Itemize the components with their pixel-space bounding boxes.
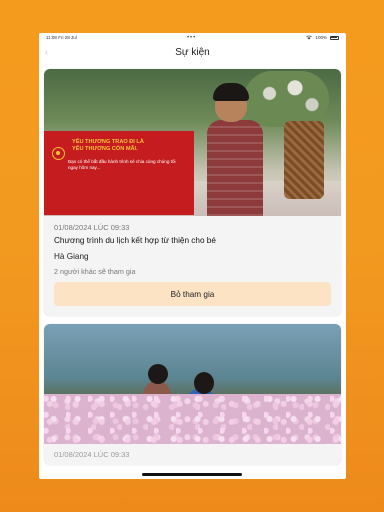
event-list[interactable]: YÊU THƯƠNG TRAO ĐI LÀ YÊU THƯƠNG CÒN MÃI…: [39, 63, 346, 479]
child-figure: [207, 83, 273, 216]
event-date: 01/08/2024 LÚC 09:33: [54, 223, 130, 232]
home-indicator[interactable]: [142, 473, 242, 476]
event-image: YÊU THƯƠNG TRAO ĐI LÀ YÊU THƯƠNG CÒN MÃI…: [44, 69, 341, 216]
event-location: Hà Giang: [54, 252, 89, 261]
page-title: Sự kiện: [175, 47, 210, 58]
battery-percent: 100%: [315, 35, 327, 40]
status-time: 11:08: [46, 35, 57, 40]
event-image: [44, 324, 341, 444]
banner-headline-2: YÊU THƯƠNG CÒN MÃI.: [72, 146, 138, 152]
status-left: 11:08 Fri 28 Jul: [46, 35, 77, 40]
charity-banner: YÊU THƯƠNG TRAO ĐI LÀ YÊU THƯƠNG CÒN MÃI…: [44, 131, 194, 215]
event-title: Chương trình du lịch kết hợp từ thiện ch…: [54, 236, 216, 245]
event-card[interactable]: 01/08/2024 LÚC 09:33: [44, 324, 341, 465]
sun-logo-icon: [52, 147, 65, 160]
battery-icon: [329, 35, 339, 40]
wifi-icon: [306, 35, 313, 41]
banner-text: Bạn có thể bắt đầu hành trình sẻ chia cù…: [68, 159, 176, 171]
status-bar: 11:08 Fri 28 Jul ••• 100%: [39, 33, 346, 42]
flower-field-graphic: [44, 394, 341, 444]
leave-event-button[interactable]: Bỏ tham gia: [54, 282, 331, 306]
banner-headline-1: YÊU THƯƠNG TRAO ĐI LÀ: [72, 139, 144, 145]
status-date: Fri 28 Jul: [58, 35, 77, 40]
basket-graphic: [284, 121, 324, 199]
event-card[interactable]: YÊU THƯƠNG TRAO ĐI LÀ YÊU THƯƠNG CÒN MÃI…: [44, 69, 341, 316]
multitask-dots[interactable]: •••: [187, 35, 196, 41]
app-window: 11:08 Fri 28 Jul ••• 100% ‹ Sự kiện YÊU …: [39, 33, 346, 479]
navigation-bar: ‹ Sự kiện: [39, 42, 346, 63]
event-participants: 2 người khác sẽ tham gia: [54, 267, 136, 276]
event-date: 01/08/2024 LÚC 09:33: [54, 450, 130, 459]
event-details: 01/08/2024 LÚC 09:33 Chương trình du lịc…: [44, 216, 341, 316]
back-button[interactable]: ‹: [45, 47, 48, 57]
status-right: 100%: [306, 35, 339, 41]
